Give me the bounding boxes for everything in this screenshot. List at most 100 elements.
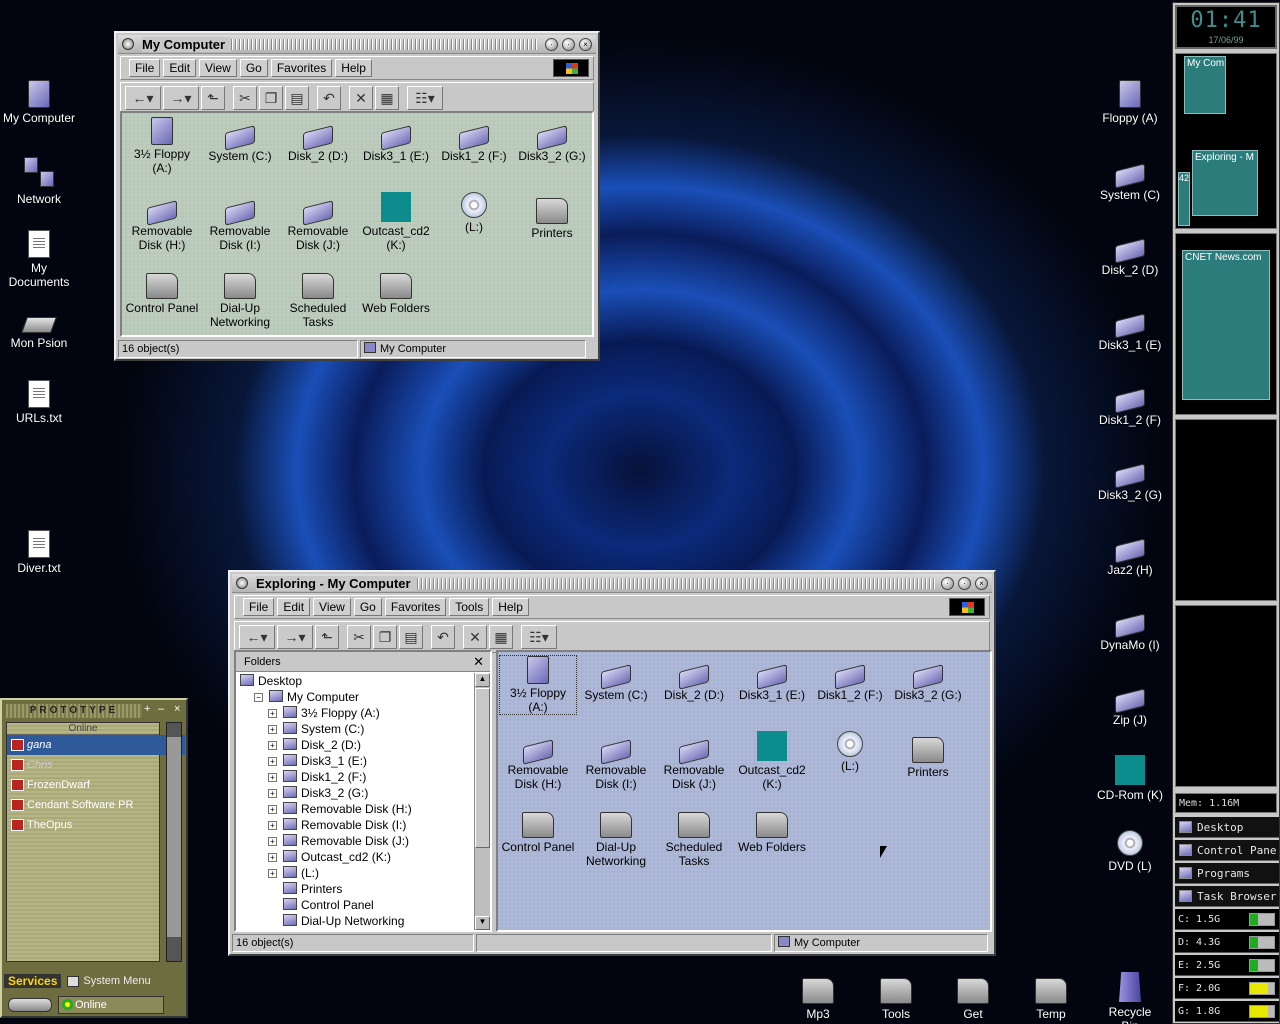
maximize-button[interactable]: · bbox=[958, 576, 971, 590]
expand-icon[interactable]: + bbox=[268, 805, 277, 814]
folders-pane[interactable]: Folders ✕ Desktop − My Computer +3½ Floppy … bbox=[234, 650, 492, 932]
menu-go[interactable]: Go bbox=[353, 598, 382, 616]
desktop-drive-floppy-a-[interactable]: Floppy (A) bbox=[1091, 80, 1169, 125]
expand-icon[interactable]: + bbox=[268, 725, 277, 734]
minimize-button[interactable]: · bbox=[545, 37, 558, 51]
expand-icon[interactable]: + bbox=[268, 853, 277, 862]
system-menu-icon[interactable] bbox=[236, 577, 248, 589]
menu-tools[interactable]: Tools bbox=[449, 598, 490, 616]
file-item-system-c[interactable]: System (C:) bbox=[202, 117, 278, 163]
paste-button[interactable]: ▤ bbox=[399, 625, 423, 649]
file-item-removable-disk-i[interactable]: Removable Disk (I:) bbox=[202, 192, 278, 252]
icq-window[interactable]: PROTOTYPE + – × Online gana Chris FrozenDw… bbox=[0, 698, 188, 1018]
file-item-disk3-2-g[interactable]: Disk3_2 (G:) bbox=[890, 656, 966, 702]
icq-add-icon[interactable]: + bbox=[144, 703, 150, 715]
properties-button[interactable]: ▦ bbox=[375, 86, 399, 110]
menu-view[interactable]: View bbox=[199, 59, 237, 77]
system-menu-icon[interactable] bbox=[122, 38, 134, 50]
file-item-removable-disk-h[interactable]: Removable Disk (H:) bbox=[124, 192, 200, 252]
pager-desktop-3[interactable] bbox=[1175, 419, 1277, 601]
exploring-window[interactable]: Exploring - My Computer · · × File Edit Vi… bbox=[228, 570, 996, 956]
tree-item-l[interactable]: + (L:) bbox=[268, 865, 319, 881]
menu-edit[interactable]: Edit bbox=[277, 598, 311, 616]
file-item-disk3-2-g[interactable]: Disk3_2 (G:) bbox=[514, 117, 590, 163]
tree-scrollbar[interactable]: ▲ ▼ bbox=[474, 673, 490, 930]
icq-scrollbar[interactable] bbox=[166, 722, 182, 962]
close-button[interactable]: × bbox=[579, 37, 592, 51]
views-button[interactable]: ☷▾ bbox=[521, 625, 557, 649]
tree-item-disk-2-d[interactable]: + Disk_2 (D:) bbox=[268, 737, 361, 753]
close-button[interactable]: × bbox=[975, 576, 988, 590]
contact-list[interactable]: Online gana Chris FrozenDwarf Cendant Softw… bbox=[6, 722, 185, 962]
file-item-printers[interactable]: Printers bbox=[890, 731, 966, 779]
status-selector[interactable]: Online bbox=[58, 996, 164, 1014]
desktop-icon-my-computer[interactable]: My Computer bbox=[0, 80, 78, 125]
dock-recycle-bin[interactable]: Recycle Bin bbox=[1100, 972, 1160, 1024]
menu-go[interactable]: Go bbox=[239, 59, 268, 77]
up-folder-button[interactable]: ⬑ bbox=[201, 86, 225, 110]
file-item-web-folders[interactable]: Web Folders bbox=[734, 806, 810, 854]
tree-item-my-computer[interactable]: − My Computer bbox=[254, 689, 359, 705]
file-view[interactable]: 3½ Floppy (A:) System (C:) Disk_2 (D:) Disk… bbox=[496, 650, 992, 932]
expand-icon[interactable]: + bbox=[268, 789, 277, 798]
contact-cendant-software-pr[interactable]: Cendant Software PR bbox=[7, 795, 159, 815]
icq-minimize-icon[interactable]: – bbox=[158, 703, 164, 715]
tree-item-dial-up-networking[interactable]: Dial-Up Networking bbox=[268, 913, 404, 929]
delete-button[interactable]: ✕ bbox=[463, 625, 487, 649]
contact-theopus[interactable]: TheOpus bbox=[7, 815, 159, 835]
tree-item-disk3-2-g[interactable]: + Disk3_2 (G:) bbox=[268, 785, 368, 801]
dock-mp3[interactable]: Mp3 bbox=[788, 972, 848, 1021]
file-item-disk3-1-e[interactable]: Disk3_1 (E:) bbox=[734, 656, 810, 702]
exploring-titlebar[interactable]: Exploring - My Computer · · × bbox=[232, 574, 992, 593]
desktop-drive-system-c-[interactable]: System (C) bbox=[1091, 155, 1169, 202]
file-item-control-panel[interactable]: Control Panel bbox=[124, 267, 200, 315]
file-item-removable-disk-i[interactable]: Removable Disk (I:) bbox=[578, 731, 654, 791]
icq-close-icon[interactable]: × bbox=[174, 703, 180, 715]
file-item-3-floppy-a[interactable]: 3½ Floppy (A:) bbox=[499, 655, 577, 715]
menu-edit[interactable]: Edit bbox=[163, 59, 197, 77]
desktop-drive-disk-2-d-[interactable]: Disk_2 (D) bbox=[1091, 230, 1169, 277]
file-item-disk-2-d[interactable]: Disk_2 (D:) bbox=[280, 117, 356, 163]
cut-button[interactable]: ✂ bbox=[347, 625, 371, 649]
expand-icon[interactable]: + bbox=[268, 821, 277, 830]
copy-button[interactable]: ❐ bbox=[259, 86, 283, 110]
file-item-printers[interactable]: Printers bbox=[514, 192, 590, 240]
scroll-up-arrow[interactable]: ▲ bbox=[475, 673, 490, 687]
delete-button[interactable]: ✕ bbox=[349, 86, 373, 110]
views-button[interactable]: ☷▾ bbox=[407, 86, 443, 110]
tree-item-system-c[interactable]: + System (C:) bbox=[268, 721, 364, 737]
expand-icon[interactable]: + bbox=[268, 757, 277, 766]
desktop-icon-urls-txt[interactable]: URLs.txt bbox=[0, 380, 78, 425]
file-item-scheduled-tasks[interactable]: Scheduled Tasks bbox=[280, 267, 356, 329]
expand-icon[interactable]: + bbox=[268, 869, 277, 878]
file-item-3-floppy-a[interactable]: 3½ Floppy (A:) bbox=[124, 117, 200, 175]
menu-file[interactable]: File bbox=[129, 59, 161, 77]
pager-desktop-4[interactable] bbox=[1175, 605, 1277, 787]
tree-item-disk3-1-e[interactable]: + Disk3_1 (E:) bbox=[268, 753, 367, 769]
menu-favorites[interactable]: Favorites bbox=[270, 59, 333, 77]
desktop-drive-dynamo-i-[interactable]: DynaMo (I) bbox=[1091, 605, 1169, 652]
file-item-outcast-cd2-k[interactable]: Outcast_cd2 (K:) bbox=[358, 192, 434, 252]
tree-item-3-floppy-a[interactable]: +3½ Floppy (A:) bbox=[268, 705, 380, 721]
file-view[interactable]: 3½ Floppy (A:) System (C:) Disk_2 (D:) Disk… bbox=[120, 111, 594, 337]
panel-menu-task-browser[interactable]: Task Browser bbox=[1175, 886, 1279, 907]
copy-button[interactable]: ❐ bbox=[373, 625, 397, 649]
cut-button[interactable]: ✂ bbox=[233, 86, 257, 110]
minimize-button[interactable]: · bbox=[941, 576, 954, 590]
folder-tree[interactable]: Desktop − My Computer +3½ Floppy (A:) + Syste… bbox=[236, 673, 474, 930]
menu-file[interactable]: File bbox=[243, 598, 275, 616]
pager-desktop-2[interactable]: CNET News.com bbox=[1175, 233, 1277, 415]
forward-button[interactable]: →▾ bbox=[277, 625, 313, 649]
tree-item-removable-disk-j[interactable]: + Removable Disk (J:) bbox=[268, 833, 409, 849]
my-computer-titlebar[interactable]: My Computer · · × bbox=[118, 35, 596, 54]
file-item-removable-disk-j[interactable]: Removable Disk (J:) bbox=[280, 192, 356, 252]
file-item-disk1-2-f[interactable]: Disk1_2 (F:) bbox=[812, 656, 888, 702]
menu-view[interactable]: View bbox=[313, 598, 351, 616]
desktop-drive-disk3-2-g-[interactable]: Disk3_2 (G) bbox=[1091, 455, 1169, 502]
expand-icon[interactable]: + bbox=[268, 773, 277, 782]
menu-favorites[interactable]: Favorites bbox=[384, 598, 447, 616]
icq-scroll-thumb[interactable] bbox=[167, 737, 181, 937]
file-item-web-folders[interactable]: Web Folders bbox=[358, 267, 434, 315]
pager-window-exploring[interactable]: Exploring - M bbox=[1192, 150, 1258, 216]
contact-gana[interactable]: gana bbox=[7, 735, 185, 755]
